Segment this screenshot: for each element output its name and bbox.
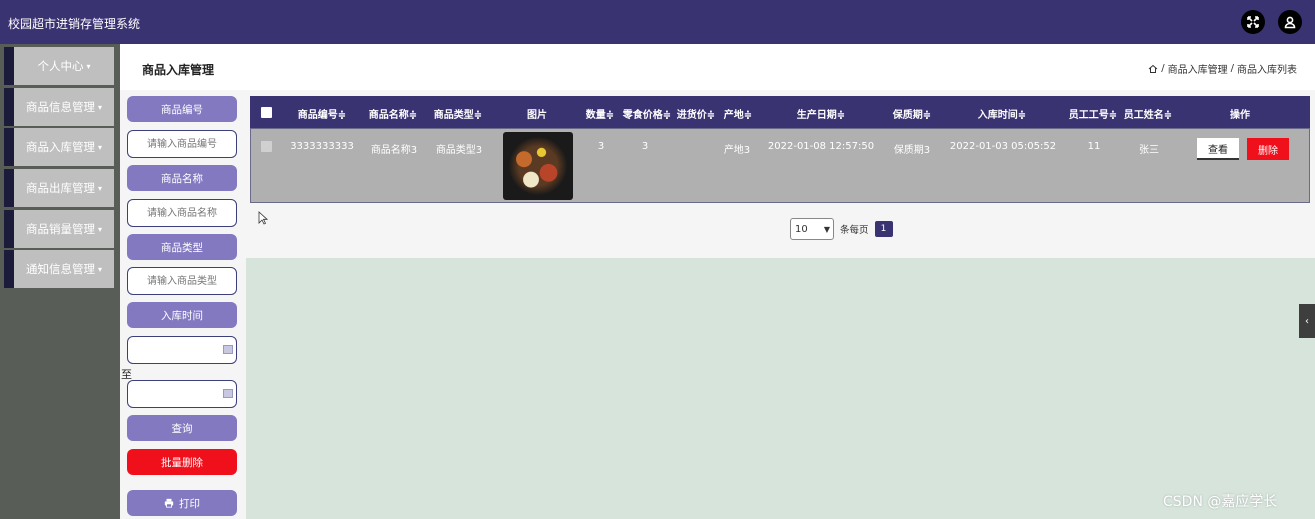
breadcrumb: / 商品入库管理 / 商品入库列表 [1148, 61, 1297, 76]
sidebar-item-label: 个人中心 [37, 59, 84, 73]
search-panel: 商品编号 商品名称 商品类型 入库时间 至 查询 批量删除 打印 [120, 90, 246, 519]
cell-staff-no: 11 [1087, 141, 1101, 152]
in-time-end-input[interactable] [127, 380, 237, 408]
col-staff-name[interactable]: 员工姓名≑ [1124, 106, 1172, 121]
chevron-down-icon: ▾ [97, 224, 102, 234]
chevron-down-icon: ▾ [97, 102, 102, 112]
fullscreen-icon[interactable] [1241, 10, 1265, 34]
sidebar-item-label: 商品入库管理 [25, 140, 95, 154]
goods-no-input[interactable] [127, 130, 237, 158]
print-button[interactable]: 打印 [127, 490, 237, 516]
sidebar-item-notice[interactable]: 通知信息管理 ▾ [4, 250, 114, 288]
query-button[interactable]: 查询 [127, 415, 237, 441]
col-actions: 操作 [1230, 110, 1250, 121]
top-bar: 校园超市进销存管理系统 [0, 0, 1315, 44]
cell-snack-price: 3 [641, 141, 649, 152]
col-goods-name[interactable]: 商品名称≑ [369, 106, 417, 121]
mouse-cursor-icon [258, 211, 268, 225]
sidebar-item-goods-sales[interactable]: 商品销量管理 ▾ [4, 210, 114, 248]
app-title: 校园超市进销存管理系统 [8, 17, 141, 31]
col-origin[interactable]: 产地≑ [724, 106, 752, 121]
per-page-label: 条每页 [840, 225, 869, 236]
col-in-time[interactable]: 入库时间≑ [978, 106, 1026, 121]
in-time-start-input[interactable] [127, 336, 237, 364]
breadcrumb-sep: / [1230, 63, 1234, 74]
goods-type-label: 商品类型 [127, 234, 237, 260]
page-header: 商品入库管理 / 商品入库管理 / 商品入库列表 [120, 44, 1315, 90]
sidebar-item-label: 商品信息管理 [25, 100, 95, 114]
calendar-icon[interactable] [223, 389, 233, 398]
row-checkbox[interactable] [261, 141, 272, 152]
col-production-date[interactable]: 生产日期≑ [797, 106, 845, 121]
table-header: 商品编号≑ 商品名称≑ 商品类型≑ 图片 数量≑ 零食价格≑ 进货价≑ 产地≑ … [250, 96, 1310, 128]
chevron-down-icon: ▾ [97, 183, 102, 193]
col-purchase-price[interactable]: 进货价≑ [677, 106, 715, 121]
goods-no-label: 商品编号 [127, 96, 237, 122]
cell-shelf-life: 保质期3 [893, 145, 931, 156]
chevron-down-icon: ▼ [823, 225, 830, 234]
view-button[interactable]: 查看 [1197, 138, 1239, 160]
col-shelf-life[interactable]: 保质期≑ [893, 106, 931, 121]
batch-delete-button[interactable]: 批量删除 [127, 449, 237, 475]
col-quantity[interactable]: 数量≑ [586, 106, 614, 121]
col-staff-no[interactable]: 员工工号≑ [1069, 106, 1117, 121]
print-button-label: 打印 [179, 497, 200, 510]
table-row: 3333333333 商品名称3 商品类型3 3 3 产地3 2022-01-0… [250, 128, 1310, 203]
goods-name-input[interactable] [127, 199, 237, 227]
cell-origin: 产地3 [723, 145, 751, 156]
sidebar-item-label: 商品销量管理 [25, 222, 95, 236]
breadcrumb-sep: / [1161, 63, 1165, 74]
printer-icon [164, 498, 174, 508]
col-image: 图片 [527, 110, 547, 121]
sidebar-item-personal-center[interactable]: 个人中心 ▾ [4, 47, 114, 85]
col-goods-type[interactable]: 商品类型≑ [434, 106, 482, 121]
col-snack-price[interactable]: 零食价格≑ [623, 106, 671, 121]
cell-goods-no: 3333333333 [290, 141, 354, 152]
goods-name-label: 商品名称 [127, 165, 237, 191]
goods-image [503, 132, 573, 200]
col-goods-no[interactable]: 商品编号≑ [298, 106, 346, 121]
watermark: CSDN @嘉应学长 [1163, 494, 1278, 510]
sidebar-item-goods-in[interactable]: 商品入库管理 ▾ [4, 128, 114, 166]
delete-button[interactable]: 删除 [1247, 138, 1289, 160]
sidebar-item-goods-info[interactable]: 商品信息管理 ▾ [4, 88, 114, 126]
chevron-down-icon: ▾ [97, 142, 102, 152]
sidebar: 个人中心 ▾ 商品信息管理 ▾ 商品入库管理 ▾ 商品出库管理 ▾ 商品销量管理 ▾ 通知… [0, 44, 120, 519]
sidebar-item-label: 商品出库管理 [25, 181, 95, 195]
table-panel: 商品编号≑ 商品名称≑ 商品类型≑ 图片 数量≑ 零食价格≑ 进货价≑ 产地≑ … [246, 90, 1315, 258]
sidebar-item-label: 通知信息管理 [25, 262, 95, 276]
cell-production-date: 2022-01-08 12:57:50 [767, 141, 875, 152]
in-time-label: 入库时间 [127, 302, 237, 328]
chevron-down-icon: ▾ [86, 61, 91, 71]
cell-goods-name: 商品名称3 [370, 145, 418, 156]
home-icon[interactable] [1148, 64, 1158, 74]
collapse-tab-chevron-left-icon[interactable]: ‹ [1299, 304, 1315, 338]
select-all-checkbox[interactable] [261, 107, 272, 118]
page-size-select[interactable]: 10 ▼ [790, 218, 834, 240]
cell-goods-type: 商品类型3 [435, 145, 483, 156]
page-button-current[interactable]: 1 [874, 221, 893, 237]
pagination: 10 ▼ 条每页 1 [790, 218, 893, 240]
cell-quantity: 3 [597, 141, 605, 152]
page-title: 商品入库管理 [142, 63, 215, 77]
cell-in-time: 2022-01-03 05:05:52 [949, 141, 1057, 152]
breadcrumb-item[interactable]: 商品入库管理 [1168, 61, 1228, 76]
calendar-icon[interactable] [223, 345, 233, 354]
chevron-down-icon: ▾ [97, 264, 102, 274]
sidebar-item-goods-out[interactable]: 商品出库管理 ▾ [4, 169, 114, 207]
user-icon[interactable] [1278, 10, 1302, 34]
cell-staff-name: 张三 [1139, 145, 1159, 156]
page-size-value: 10 [795, 223, 808, 235]
goods-type-input[interactable] [127, 267, 237, 295]
breadcrumb-item: 商品入库列表 [1237, 65, 1297, 76]
